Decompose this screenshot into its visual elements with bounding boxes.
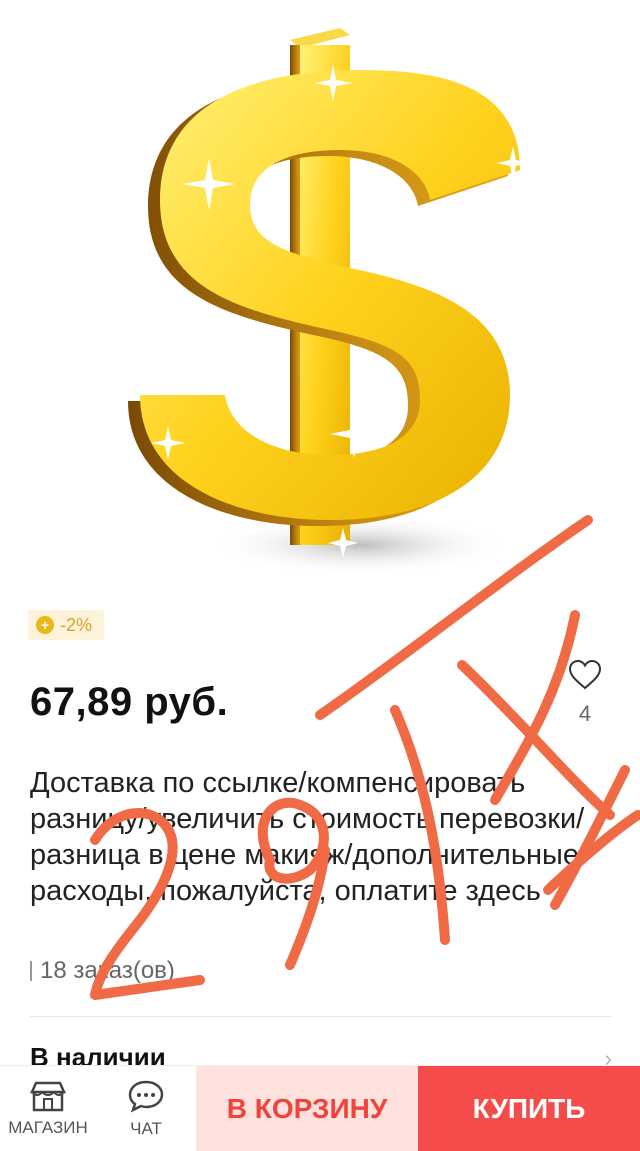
heart-icon — [568, 659, 602, 690]
divider — [30, 1016, 612, 1017]
product-image[interactable] — [0, 0, 640, 600]
product-title: Доставка по ссылке/компенсировать разниц… — [30, 767, 585, 907]
wishlist-button[interactable]: 4 — [560, 659, 610, 727]
separator — [30, 961, 32, 981]
coupon-badge[interactable]: + -2% — [28, 610, 105, 640]
coin-icon: + — [36, 616, 54, 634]
wishlist-count: 4 — [578, 701, 592, 726]
chat-button[interactable]: ЧАТ — [96, 1066, 196, 1151]
orders-info: 18 заказ(ов) — [30, 957, 175, 985]
store-icon — [30, 1081, 66, 1111]
orders-count: 18 заказ(ов) — [40, 957, 175, 984]
chat-icon — [128, 1080, 164, 1112]
price: 67,89 руб. — [30, 680, 229, 724]
coupon-text: -2% — [60, 614, 93, 635]
chat-label: ЧАТ — [130, 1118, 162, 1138]
bottom-action-bar: МАГАЗИН ЧАТ В КОРЗИНУ КУПИТЬ — [0, 1065, 640, 1151]
store-label: МАГАЗИН — [8, 1117, 88, 1137]
add-to-cart-button[interactable]: В КОРЗИНУ — [196, 1066, 418, 1151]
buy-now-button[interactable]: КУПИТЬ — [418, 1066, 640, 1151]
store-button[interactable]: МАГАЗИН — [0, 1066, 96, 1151]
gold-dollar-icon — [128, 28, 530, 575]
